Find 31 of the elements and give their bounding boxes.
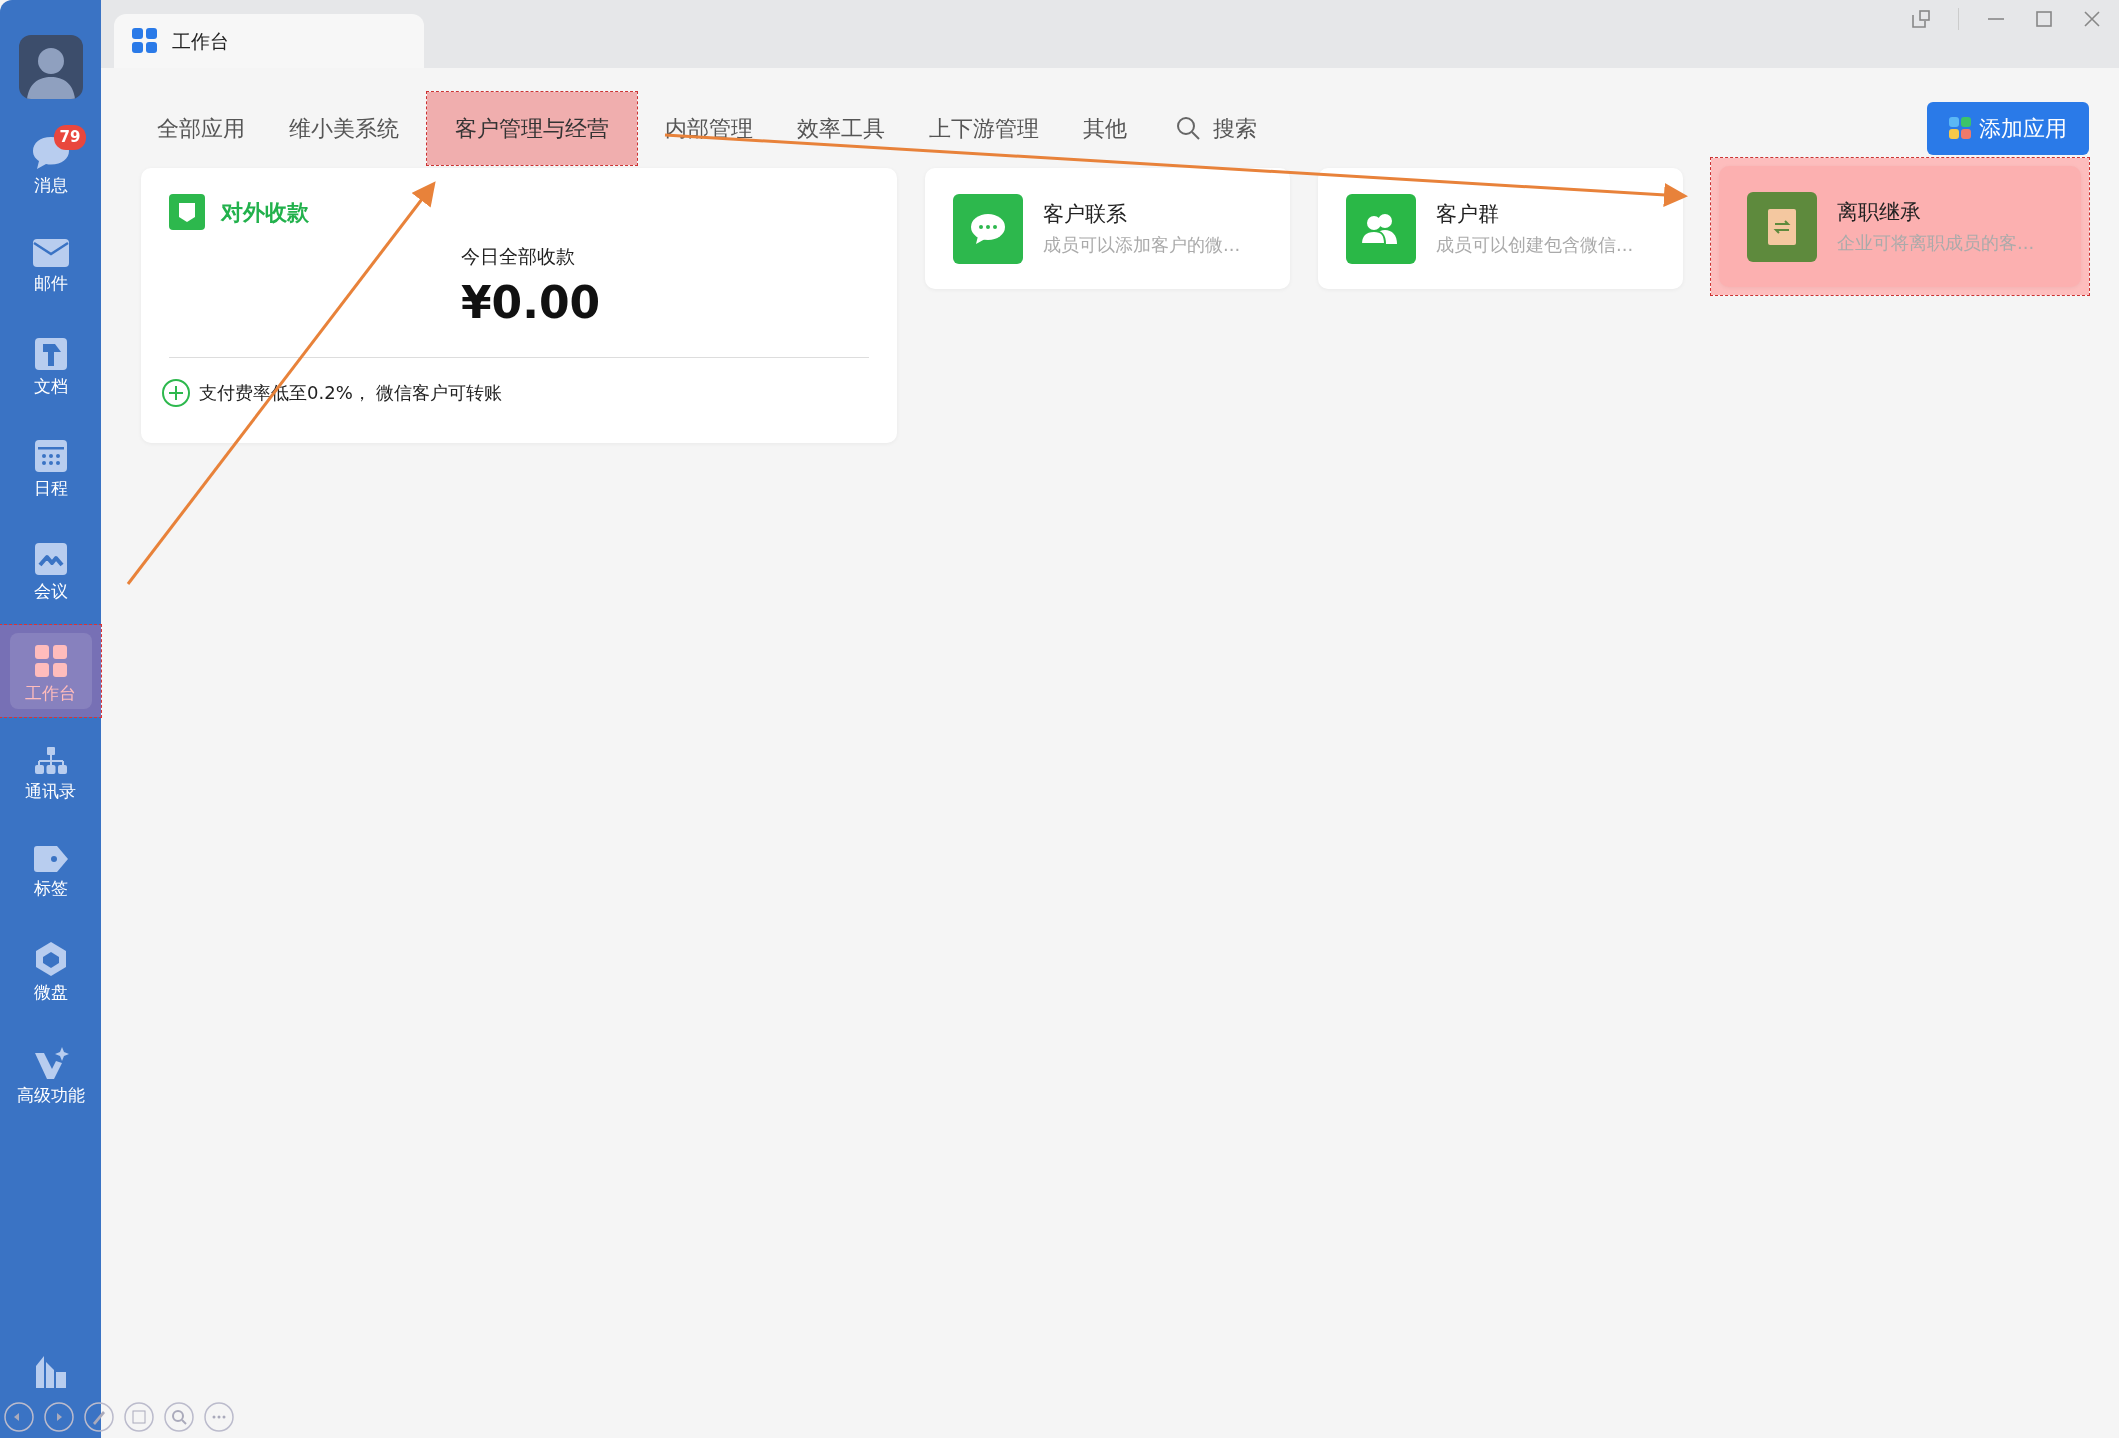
sidebar-item[interactable]: 通讯录 bbox=[9, 735, 92, 808]
app-name: 客户联系 bbox=[1043, 201, 1128, 229]
app-card[interactable]: 离职继承 企业可将离职成员的客... bbox=[1719, 166, 2081, 287]
amount: ¥0.00 bbox=[461, 278, 602, 327]
sidebar-item[interactable]: 邮件 bbox=[9, 227, 92, 300]
unread-count-badge: 79 bbox=[53, 125, 87, 150]
search-button[interactable]: 搜索 bbox=[1175, 111, 1257, 145]
app-name: 离职继承 bbox=[1837, 199, 1922, 227]
category-tab[interactable]: 效率工具 bbox=[781, 93, 901, 163]
sidebar-item[interactable]: 日程 bbox=[9, 428, 92, 505]
app-card[interactable]: 客户群 成员可以创建包含微信... bbox=[1318, 168, 1683, 289]
sidebar-item[interactable]: 文档 bbox=[9, 325, 92, 403]
category-tab[interactable]: 全部应用 bbox=[141, 93, 261, 163]
caption: 今日全部收款 bbox=[461, 244, 576, 269]
sidebar-item[interactable]: 高级功能 bbox=[9, 1034, 92, 1111]
sidebar-item[interactable]: 会议 bbox=[9, 530, 92, 607]
sidebar-item[interactable]: 标签 bbox=[9, 833, 92, 905]
app-name: 客户群 bbox=[1436, 201, 1500, 229]
sidebar-item[interactable]: 微盘 bbox=[9, 930, 92, 1009]
category-tab[interactable]: 其他 bbox=[1067, 93, 1143, 163]
app-description: 成员可以添加客户的微... bbox=[1043, 232, 1241, 257]
card-title: 对外收款 bbox=[221, 198, 309, 227]
sidebar-item[interactable]: 消息 79 bbox=[9, 125, 92, 202]
category-tab[interactable]: 维小美系统 bbox=[273, 93, 415, 163]
category-tab[interactable]: 上下游管理 bbox=[913, 93, 1055, 163]
app-description: 成员可以创建包含微信... bbox=[1436, 232, 1634, 257]
add-app-button[interactable]: 添加应用 bbox=[1927, 101, 2089, 155]
category-tab[interactable]: 客户管理与经营 bbox=[427, 91, 637, 165]
app-card[interactable]: 客户联系 成员可以添加客户的微... bbox=[925, 168, 1290, 289]
app-description: 企业可将离职成员的客... bbox=[1837, 230, 2035, 255]
window-tab[interactable]: 工作台 bbox=[114, 14, 424, 68]
